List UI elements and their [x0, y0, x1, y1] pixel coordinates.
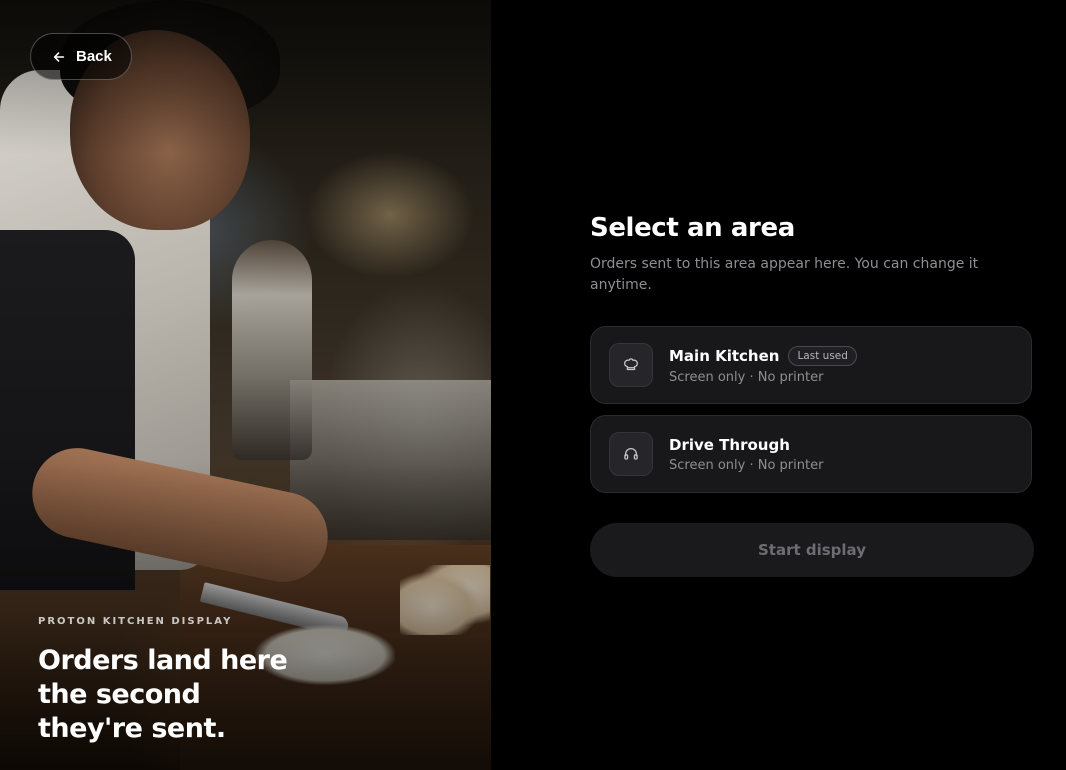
page-subtitle: Orders sent to this area appear here. Yo…	[590, 256, 979, 293]
area-name: Drive Through	[669, 435, 790, 454]
headset-icon	[609, 432, 653, 476]
page-title: Select an area	[590, 213, 795, 243]
hero-photo-panel: Back PROTON KITCHEN DISPLAY Orders land …	[0, 0, 491, 770]
back-button[interactable]: Back	[30, 33, 132, 80]
last-used-badge: Last used	[788, 345, 857, 366]
page: Back PROTON KITCHEN DISPLAY Orders land …	[0, 0, 1066, 770]
area-description: Screen only · No printer	[669, 369, 824, 385]
hero-headline: Orders land here the second they're sent…	[38, 645, 288, 744]
area-selection-panel: Select an area Orders sent to this area …	[491, 0, 1066, 770]
area-option-drive-through[interactable]: Drive Through Screen only · No printer	[590, 415, 1032, 493]
hero-eyebrow: PROTON KITCHEN DISPLAY	[38, 616, 233, 627]
chef-hat-icon	[609, 343, 653, 387]
start-display-button[interactable]: Start display	[590, 523, 1034, 577]
arrow-left-icon	[53, 51, 65, 62]
area-description: Screen only · No printer	[669, 457, 824, 473]
area-option-main-kitchen[interactable]: Main Kitchen Last used Screen only · No …	[590, 326, 1032, 404]
back-button-label: Back	[76, 48, 112, 65]
area-name: Main Kitchen	[669, 346, 780, 365]
